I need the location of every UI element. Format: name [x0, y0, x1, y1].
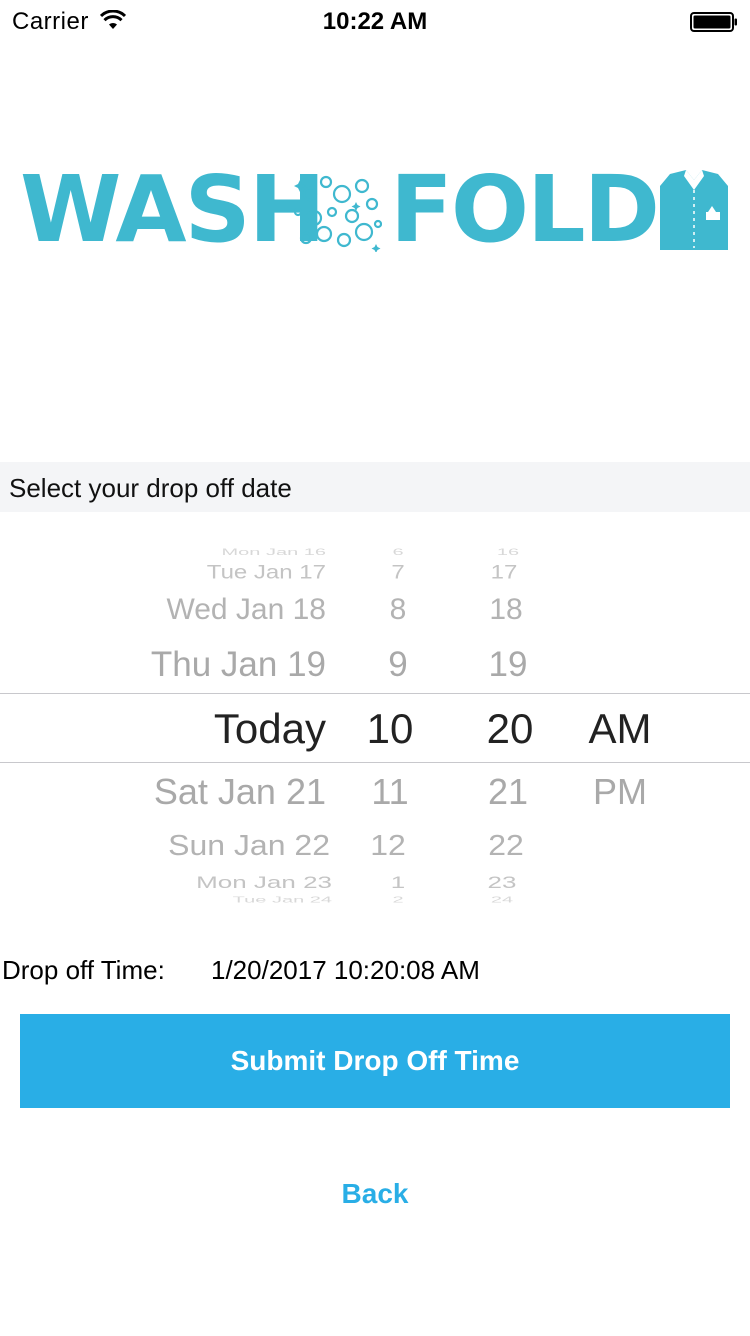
picker-minute-row[interactable]: 22 — [466, 829, 546, 862]
picker-minute-row[interactable]: 18 — [466, 593, 546, 627]
picker-hour-row[interactable]: 1 — [358, 872, 438, 892]
picker-hour-selected[interactable]: 10 — [350, 705, 430, 753]
picker-date-row[interactable]: Mon Jan 16 — [221, 547, 326, 557]
logo-fold-text: FOLD — [390, 156, 660, 263]
picker-hour-row[interactable]: 2 — [358, 896, 438, 905]
picker-date-row[interactable]: Tue Jan 17 — [207, 562, 326, 584]
picker-hour-row[interactable]: 12 — [348, 829, 428, 862]
picker-ampm-selected[interactable]: AM — [575, 705, 665, 753]
picker-selection-top-line — [0, 693, 750, 694]
picker-minute-row[interactable]: 16 — [468, 547, 548, 557]
date-time-picker[interactable]: Mon Jan 16 Tue Jan 17 Wed Jan 18 Thu Jan… — [0, 545, 750, 905]
picker-minute-row[interactable]: 19 — [468, 645, 548, 685]
picker-date-selected[interactable]: Today — [214, 705, 326, 753]
picker-date-row[interactable]: Sat Jan 21 — [154, 771, 326, 813]
back-button[interactable]: Back — [0, 1178, 750, 1210]
picker-date-row[interactable]: Tue Jan 24 — [233, 896, 332, 905]
status-time: 10:22 AM — [322, 8, 428, 35]
picker-hour-row[interactable]: 6 — [358, 547, 438, 557]
picker-minute-row[interactable]: 21 — [468, 771, 548, 813]
picker-hour-row[interactable]: 8 — [358, 593, 438, 627]
section-header: Select your drop off date — [0, 462, 750, 512]
picker-date-row[interactable]: Mon Jan 23 — [196, 872, 332, 892]
dropoff-time-value: 1/20/2017 10:20:08 AM — [211, 955, 480, 985]
section-title: Select your drop off date — [9, 473, 292, 503]
picker-minute-row[interactable]: 24 — [462, 896, 542, 905]
submit-drop-off-button[interactable]: Submit Drop Off Time — [20, 1014, 730, 1108]
bubbles-icon — [293, 175, 382, 252]
picker-minute-selected[interactable]: 20 — [470, 705, 550, 753]
picker-selection-bottom-line — [0, 762, 750, 763]
picker-hour-row[interactable]: 11 — [350, 771, 430, 813]
picker-ampm-row[interactable]: PM — [575, 771, 665, 813]
picker-date-row[interactable]: Sun Jan 22 — [168, 829, 330, 862]
shirt-icon — [660, 170, 728, 250]
picker-minute-row[interactable]: 17 — [464, 562, 544, 584]
picker-date-row[interactable]: Thu Jan 19 — [151, 645, 326, 685]
picker-hour-row[interactable]: 9 — [358, 645, 438, 685]
wash-fold-logo: WASH FOLD — [18, 160, 734, 260]
logo-wash-text: WASH — [20, 156, 326, 263]
picker-minute-row[interactable]: 23 — [462, 872, 542, 892]
status-bar: Carrier 10:22 AM — [0, 0, 750, 40]
picker-hour-row[interactable]: 7 — [358, 562, 438, 584]
picker-date-row[interactable]: Wed Jan 18 — [166, 593, 326, 627]
battery-icon — [690, 12, 737, 32]
dropoff-time-label: Drop off Time: — [2, 955, 165, 985]
